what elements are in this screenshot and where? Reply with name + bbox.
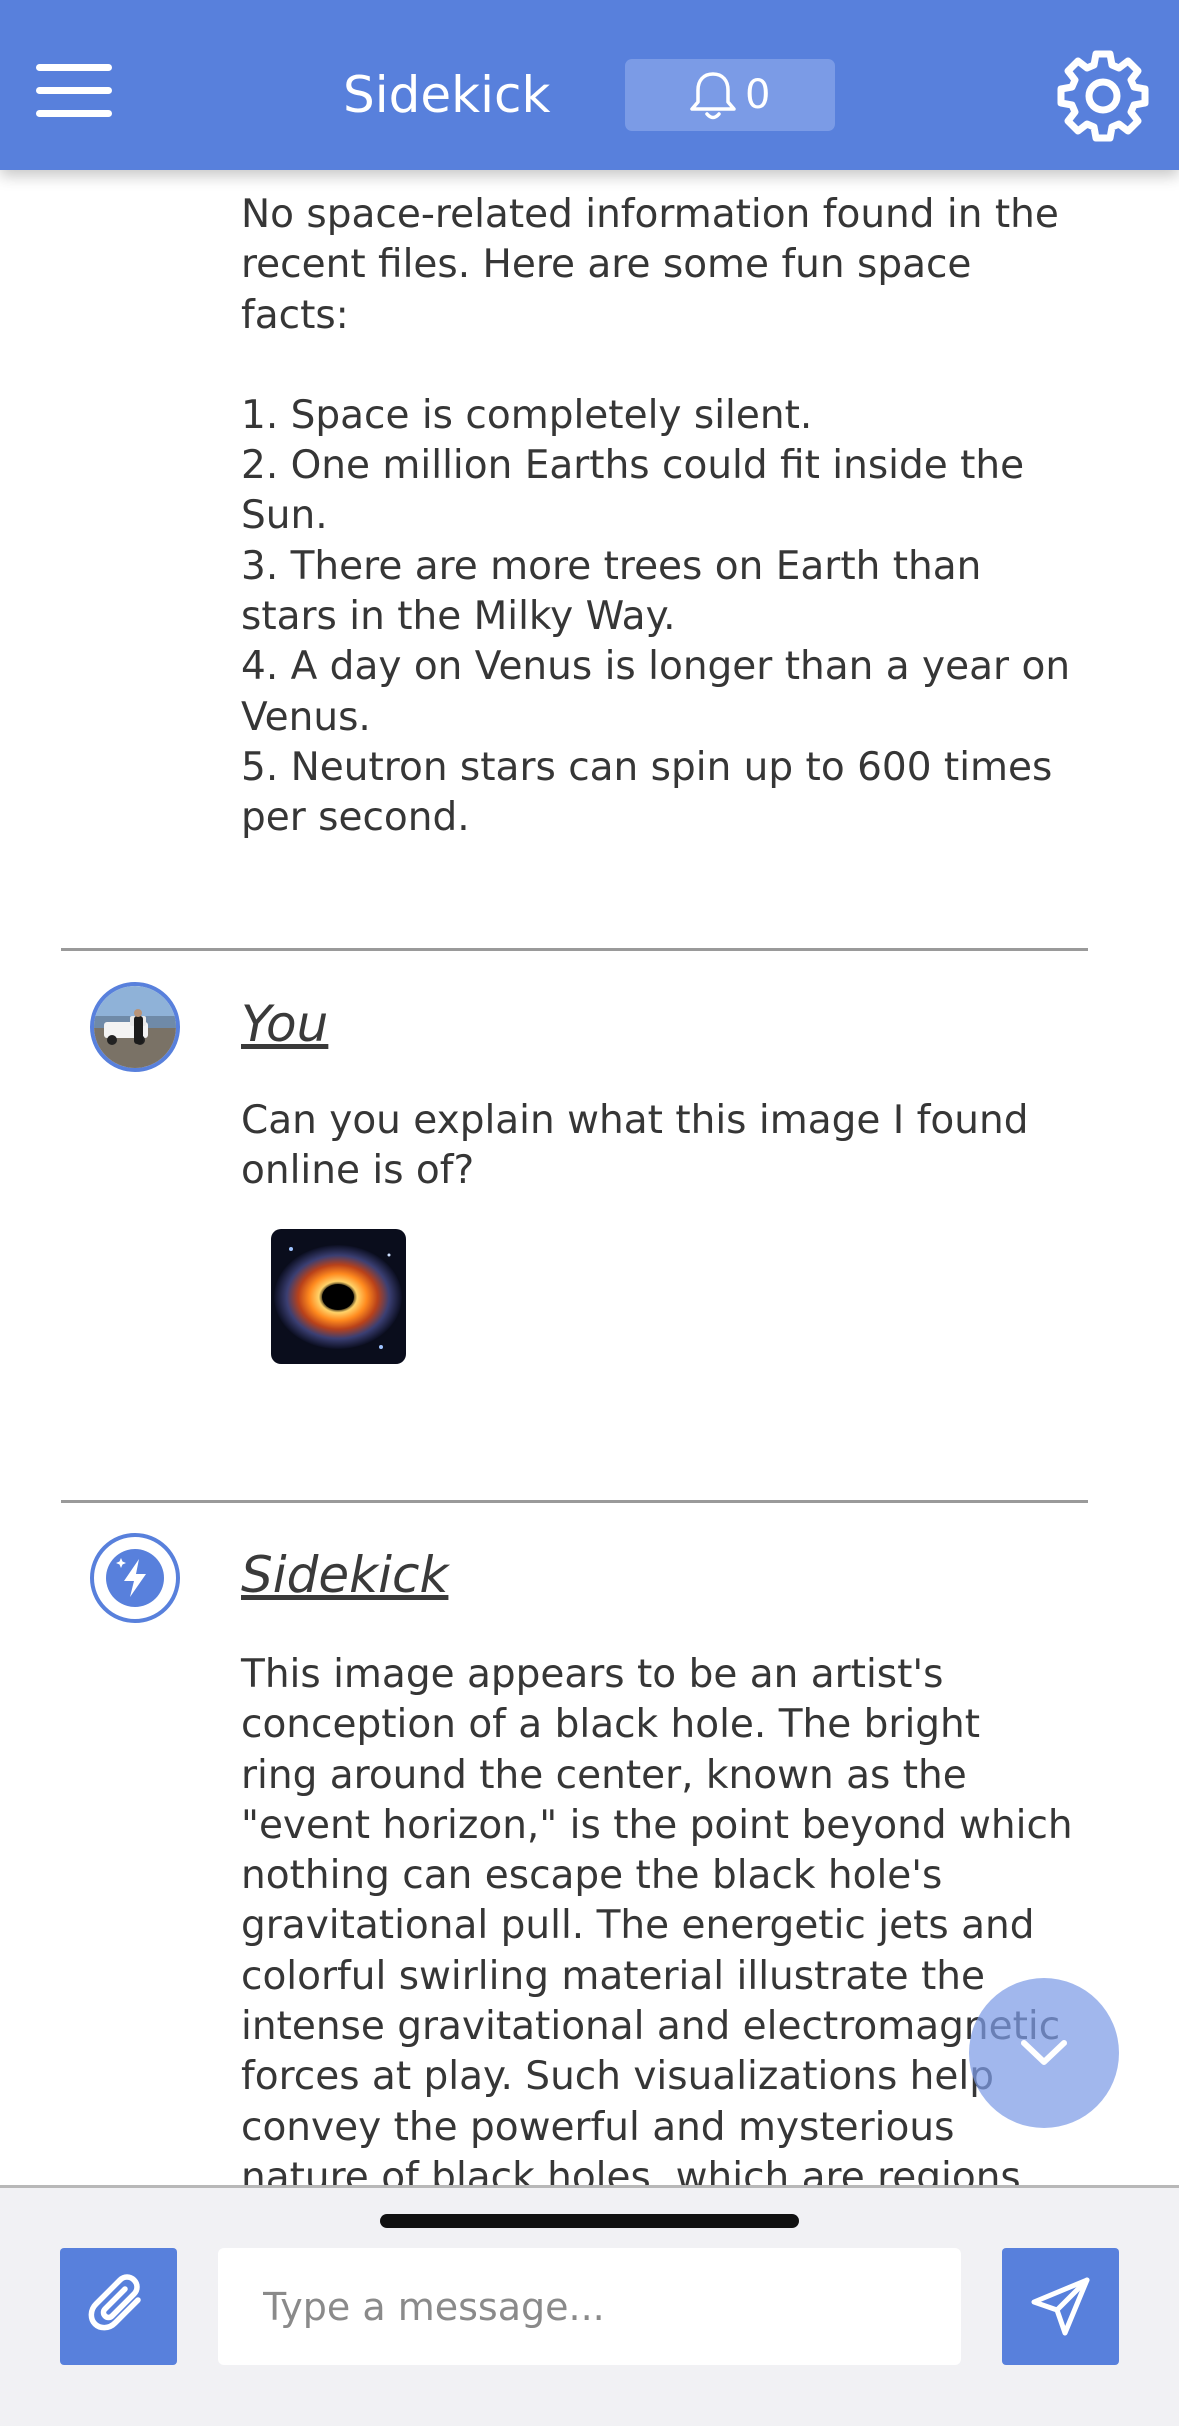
message-line: online is of? [241,1148,475,1194]
message-line: stars in the Milky Way. [241,594,676,640]
assistant-message-text: This image appears to be an artist's con… [241,1650,1081,2185]
message-line: facts: [241,292,349,338]
message-line [241,341,1081,391]
sidekick-avatar [90,1533,180,1623]
scroll-down-button[interactable] [969,1978,1119,2128]
message-line: No space-related information found in th… [241,192,1059,237]
message-line: colorful swirling material illustrate th… [241,1953,985,1999]
message-divider [61,948,1088,951]
message-line: nature of black holes, which are regions [241,2154,1021,2185]
message-line: ring around the center, known as the [241,1752,967,1798]
settings-button[interactable] [1055,46,1151,142]
message-line: gravitational pull. The energetic jets a… [241,1903,1035,1949]
message-line: convey the powerful and mysterious [241,2104,955,2150]
menu-button[interactable] [36,64,112,120]
black-hole-image [271,1229,406,1364]
message-line: nothing can escape the black hole's [241,1853,943,1899]
menu-icon [36,64,112,71]
send-button[interactable] [1002,2248,1119,2365]
message-line: Sun. [241,493,328,539]
chevron-down-icon [1021,2040,1067,2065]
notifications-button[interactable]: 0 [625,59,835,131]
message-line: intense gravitational and electromagneti… [241,2004,1061,2050]
message-line: 4. A day on Venus is longer than a year … [241,644,1071,690]
app-title: Sidekick [343,66,551,124]
send-icon [1031,2277,1090,2336]
message-line: 3. There are more trees on Earth than [241,543,982,589]
message-line: Venus. [241,694,371,740]
sender-name: You [241,995,329,1053]
message-line: Can you explain what this image I found [241,1098,1029,1143]
user-message-text: Can you explain what this image I found … [241,1096,1081,1197]
gear-icon [1057,50,1149,142]
attach-button[interactable] [60,2248,177,2365]
user-avatar [90,982,180,1072]
notification-count: 0 [745,72,771,118]
bell-icon [690,72,736,120]
message-line: forces at play. Such visualizations help [241,2054,994,2100]
conversation[interactable]: No space-related information found in th… [0,0,1179,2185]
message-divider [61,1500,1088,1503]
menu-icon-bar [36,87,112,94]
message-line: 2. One million Earths could fit inside t… [241,443,1025,489]
user-photo [94,986,176,1068]
paperclip-icon [88,2274,141,2331]
assistant-message-text: No space-related information found in th… [241,190,1081,844]
menu-icon-bar [36,110,112,117]
message-line: This image appears to be an artist's [241,1652,944,1697]
sender-name: Sidekick [241,1546,449,1604]
message-line: 5. Neutron stars can spin up to 600 time… [241,744,1053,790]
message-composer [0,2185,1179,2426]
home-indicator [380,2214,799,2228]
attached-image-thumbnail[interactable] [271,1229,406,1364]
message-line: "event horizon," is the point beyond whi… [241,1802,1073,1848]
app-header: Sidekick 0 [0,0,1179,170]
message-line: per second. [241,795,470,841]
message-input[interactable] [218,2248,961,2365]
message-line: conception of a black hole. The bright [241,1702,981,1748]
message-line: recent files. Here are some fun space [241,242,972,288]
lightning-icon [106,1549,164,1607]
message-line: 1. Space is completely silent. [241,392,813,438]
